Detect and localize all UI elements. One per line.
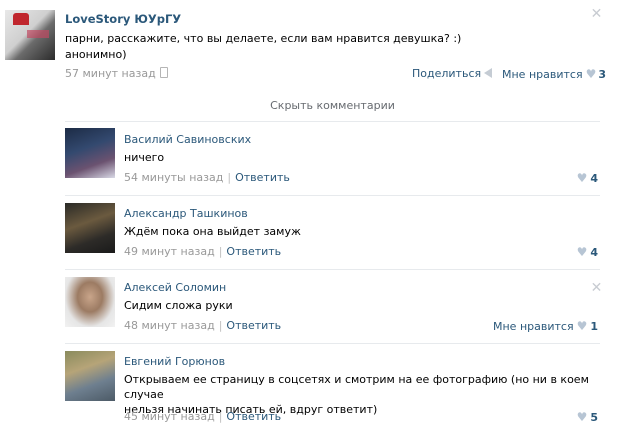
comment-like-button[interactable]: ♥ 5 <box>574 410 598 424</box>
post: LoveStory ЮУрГУ парни, расскажите, что в… <box>0 0 625 92</box>
like-count: 1 <box>590 320 598 333</box>
like-count: 3 <box>598 68 606 81</box>
hide-comments-link[interactable]: Скрыть комментарии <box>0 99 625 112</box>
comment: Алексей Соломин Сидим сложа руки ✕ 48 ми… <box>0 269 625 343</box>
comment-meta: 45 минут назад | Ответить <box>124 410 281 423</box>
close-icon[interactable]: ✕ <box>590 281 603 295</box>
comment: Евгений Горюнов Открываем ее страницу в … <box>0 343 625 442</box>
comment: Александр Ташкинов Ждём пока она выйдет … <box>0 195 625 269</box>
share-button[interactable]: Поделиться <box>412 67 493 80</box>
like-count: 4 <box>590 246 598 259</box>
post-text-line: анонимно) <box>65 48 127 61</box>
like-count: 5 <box>590 411 598 424</box>
like-label: Мне нравится <box>502 68 583 81</box>
separator: | <box>218 410 223 423</box>
like-label: Мне нравится <box>493 320 574 333</box>
post-timestamp[interactable]: 57 минут назад <box>65 67 168 80</box>
heart-icon: ♥ <box>576 319 588 333</box>
mobile-phone-icon <box>159 67 168 78</box>
share-label: Поделиться <box>412 67 482 80</box>
umbrella-icon <box>13 13 29 25</box>
comment-time[interactable]: 54 минуты назад <box>124 171 223 184</box>
post-time-text: 57 минут назад <box>65 67 156 80</box>
heart-icon: ♥ <box>576 171 588 185</box>
separator: | <box>227 171 232 184</box>
comment-meta: 54 минуты назад | Ответить <box>124 171 290 184</box>
comment-meta: 49 минут назад | Ответить <box>124 245 281 258</box>
avatar[interactable] <box>65 277 115 327</box>
comment-time[interactable]: 49 минут назад <box>124 245 215 258</box>
comment-text: ничего <box>124 151 165 164</box>
post-like-button[interactable]: Мне нравится ♥ 3 <box>502 67 606 81</box>
comment-text-line: Открываем ее страницу в соцсетях и смотр… <box>124 373 589 401</box>
heart-icon: ♥ <box>585 67 597 81</box>
avatar[interactable] <box>65 203 115 253</box>
comment-time[interactable]: 45 минут назад <box>124 410 215 423</box>
comment-time[interactable]: 48 минут назад <box>124 319 215 332</box>
post-text: парни, расскажите, что вы делаете, если … <box>65 31 495 63</box>
reply-button[interactable]: Ответить <box>235 171 290 184</box>
comment-author[interactable]: Евгений Горюнов <box>124 355 225 368</box>
close-icon[interactable]: ✕ <box>590 7 603 21</box>
heart-icon: ♥ <box>576 410 588 424</box>
comment-text: Ждём пока она выйдет замуж <box>124 225 301 238</box>
post-text-line: парни, расскажите, что вы делаете, если … <box>65 32 462 45</box>
comment-meta: 48 минут назад | Ответить <box>124 319 281 332</box>
avatar-logo-text <box>27 30 49 38</box>
avatar[interactable] <box>65 351 115 401</box>
post-author[interactable]: LoveStory ЮУрГУ <box>65 12 181 26</box>
comment: Василий Савиновских ничего 54 минуты наз… <box>0 121 625 195</box>
comment-like-button[interactable]: Мне нравится ♥ 1 <box>493 319 598 333</box>
reply-button[interactable]: Ответить <box>226 410 281 423</box>
separator: | <box>218 319 223 332</box>
comment-text: Сидим сложа руки <box>124 299 233 312</box>
post-avatar[interactable] <box>5 10 55 60</box>
comment-author[interactable]: Василий Савиновских <box>124 133 251 146</box>
comment-like-button[interactable]: ♥ 4 <box>574 171 598 185</box>
comment-author[interactable]: Александр Ташкинов <box>124 207 248 220</box>
separator: | <box>218 245 223 258</box>
megaphone-icon <box>484 68 493 78</box>
comment-like-button[interactable]: ♥ 4 <box>574 245 598 259</box>
comment-author[interactable]: Алексей Соломин <box>124 281 226 294</box>
heart-icon: ♥ <box>576 245 588 259</box>
like-count: 4 <box>590 172 598 185</box>
reply-button[interactable]: Ответить <box>226 245 281 258</box>
reply-button[interactable]: Ответить <box>226 319 281 332</box>
avatar[interactable] <box>65 128 115 178</box>
